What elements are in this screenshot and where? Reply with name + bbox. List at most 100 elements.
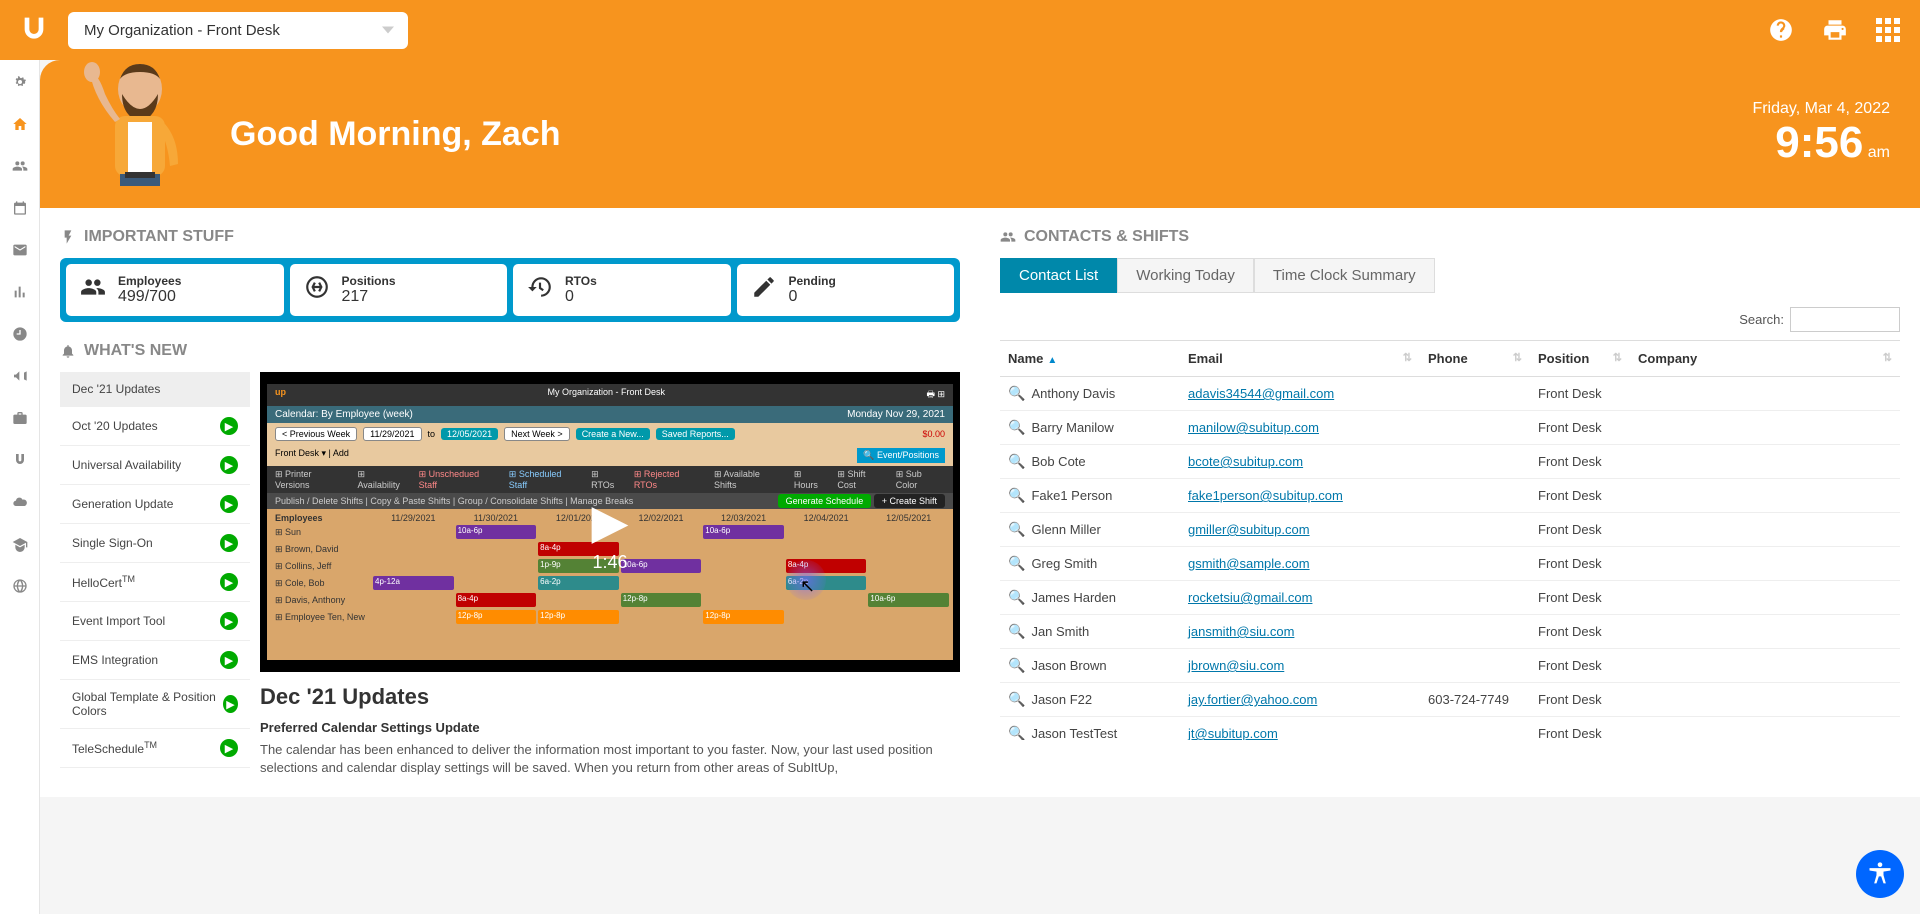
news-item-label: Universal Availability (72, 458, 181, 472)
news-item[interactable]: Oct '20 Updates▶ (60, 407, 250, 446)
news-item-label: TeleScheduleTM (72, 740, 157, 756)
chevron-right-icon: ▶ (220, 573, 238, 591)
stat-card[interactable]: Pending0 (737, 264, 955, 316)
magnify-icon[interactable]: 🔍 (1008, 657, 1025, 673)
contact-company (1630, 717, 1900, 741)
contact-position: Front Desk (1530, 581, 1630, 615)
gear-icon[interactable] (10, 72, 30, 92)
chevron-right-icon: ▶ (220, 495, 238, 513)
play-icon[interactable]: ▶ (592, 494, 629, 550)
news-item[interactable]: Single Sign-On▶ (60, 524, 250, 563)
news-item[interactable]: Dec '21 Updates (60, 372, 250, 407)
org-selector[interactable]: My Organization - Front Desk (68, 12, 408, 49)
stat-label: RTOs (565, 274, 597, 288)
globe-icon[interactable] (10, 576, 30, 596)
contact-position: Front Desk (1530, 445, 1630, 479)
table-row: 🔍Fake1 Personfake1person@subitup.comFron… (1000, 479, 1900, 513)
accessibility-button[interactable] (1856, 850, 1904, 898)
stat-card[interactable]: RTOs0 (513, 264, 731, 316)
envelope-icon[interactable] (10, 240, 30, 260)
magnet-icon[interactable] (10, 450, 30, 470)
col-position[interactable]: Position⇅ (1530, 341, 1630, 377)
contact-phone (1420, 615, 1530, 649)
contact-email[interactable]: jansmith@siu.com (1188, 624, 1294, 639)
magnify-icon[interactable]: 🔍 (1008, 691, 1025, 707)
stat-value: 217 (342, 288, 396, 306)
contact-email[interactable]: adavis34544@gmail.com (1188, 386, 1334, 401)
contact-phone (1420, 649, 1530, 683)
calendar-icon[interactable] (10, 198, 30, 218)
news-item[interactable]: Global Template & Position Colors▶ (60, 680, 250, 729)
help-icon[interactable] (1768, 17, 1794, 43)
magnify-icon[interactable]: 🔍 (1008, 419, 1025, 435)
graduation-icon[interactable] (10, 534, 30, 554)
news-item-label: Dec '21 Updates (72, 382, 160, 396)
tab-time-clock[interactable]: Time Clock Summary (1254, 258, 1435, 293)
contact-company (1630, 615, 1900, 649)
col-email[interactable]: Email⇅ (1180, 341, 1420, 377)
contact-company (1630, 683, 1900, 717)
contact-email[interactable]: manilow@subitup.com (1188, 420, 1319, 435)
apps-icon[interactable] (1876, 18, 1900, 42)
cloud-icon[interactable] (10, 492, 30, 512)
chart-icon[interactable] (10, 282, 30, 302)
search-input[interactable] (1790, 307, 1900, 332)
contact-email[interactable]: bcote@subitup.com (1188, 454, 1303, 469)
contact-email[interactable]: rocketsiu@gmail.com (1188, 590, 1312, 605)
magnify-icon[interactable]: 🔍 (1008, 623, 1025, 639)
tab-working-today[interactable]: Working Today (1117, 258, 1254, 293)
magnify-icon[interactable]: 🔍 (1008, 487, 1025, 503)
stat-card[interactable]: Employees499/700 (66, 264, 284, 316)
topbar: My Organization - Front Desk (0, 0, 1920, 60)
stat-icon (304, 274, 330, 306)
contact-position: Front Desk (1530, 615, 1630, 649)
contact-email[interactable]: gsmith@sample.com (1188, 556, 1310, 571)
stat-label: Pending (789, 274, 836, 288)
magnify-icon[interactable]: 🔍 (1008, 385, 1025, 401)
magnify-icon[interactable]: 🔍 (1008, 555, 1025, 571)
stat-card[interactable]: Positions217 (290, 264, 508, 316)
stat-value: 0 (565, 288, 597, 306)
news-item[interactable]: TeleScheduleTM▶ (60, 729, 250, 768)
chevron-right-icon: ▶ (220, 612, 238, 630)
tab-contact-list[interactable]: Contact List (1000, 258, 1117, 293)
contacts-shifts-header: CONTACTS & SHIFTS (1000, 228, 1900, 246)
video-duration: 1:46 (592, 552, 627, 573)
contact-email[interactable]: gmiller@subitup.com (1188, 522, 1310, 537)
article-body: The calendar has been enhanced to delive… (260, 741, 960, 777)
briefcase-icon[interactable] (10, 408, 30, 428)
contact-company (1630, 479, 1900, 513)
users-icon[interactable] (10, 156, 30, 176)
magnify-icon[interactable]: 🔍 (1008, 453, 1025, 469)
contact-company (1630, 445, 1900, 479)
magnify-icon[interactable]: 🔍 (1008, 725, 1025, 740)
contact-email[interactable]: jay.fortier@yahoo.com (1188, 692, 1317, 707)
print-icon[interactable] (1822, 17, 1848, 43)
col-company[interactable]: Company⇅ (1630, 341, 1900, 377)
contact-email[interactable]: fake1person@subitup.com (1188, 488, 1343, 503)
table-row: 🔍Barry Manilowmanilow@subitup.comFront D… (1000, 411, 1900, 445)
table-row: 🔍Jason Brownjbrown@siu.comFront Desk (1000, 649, 1900, 683)
news-item[interactable]: Universal Availability▶ (60, 446, 250, 485)
home-icon[interactable] (10, 114, 30, 134)
megaphone-icon[interactable] (10, 366, 30, 386)
col-phone[interactable]: Phone⇅ (1420, 341, 1530, 377)
contact-email[interactable]: jt@subitup.com (1188, 726, 1278, 740)
magnify-icon[interactable]: 🔍 (1008, 589, 1025, 605)
contact-name: Jason Brown (1031, 658, 1106, 673)
news-item[interactable]: EMS Integration▶ (60, 641, 250, 680)
news-item[interactable]: HelloCertTM ▶ (60, 563, 250, 602)
important-stuff-header: IMPORTANT STUFF (60, 228, 960, 246)
news-item[interactable]: Generation Update▶ (60, 485, 250, 524)
col-name[interactable]: Name▲ (1000, 341, 1180, 377)
contact-email[interactable]: jbrown@siu.com (1188, 658, 1284, 673)
video-player[interactable]: up My Organization - Front Desk 🖶 ⊞ Cale… (260, 372, 960, 672)
contact-position: Front Desk (1530, 513, 1630, 547)
chevron-right-icon: ▶ (223, 695, 238, 713)
news-item[interactable]: Event Import Tool▶ (60, 602, 250, 641)
search-row: Search: (1000, 307, 1900, 332)
clock-icon[interactable] (10, 324, 30, 344)
magnify-icon[interactable]: 🔍 (1008, 521, 1025, 537)
contact-name: James Harden (1031, 590, 1116, 605)
news-item-label: HelloCertTM (72, 574, 135, 590)
